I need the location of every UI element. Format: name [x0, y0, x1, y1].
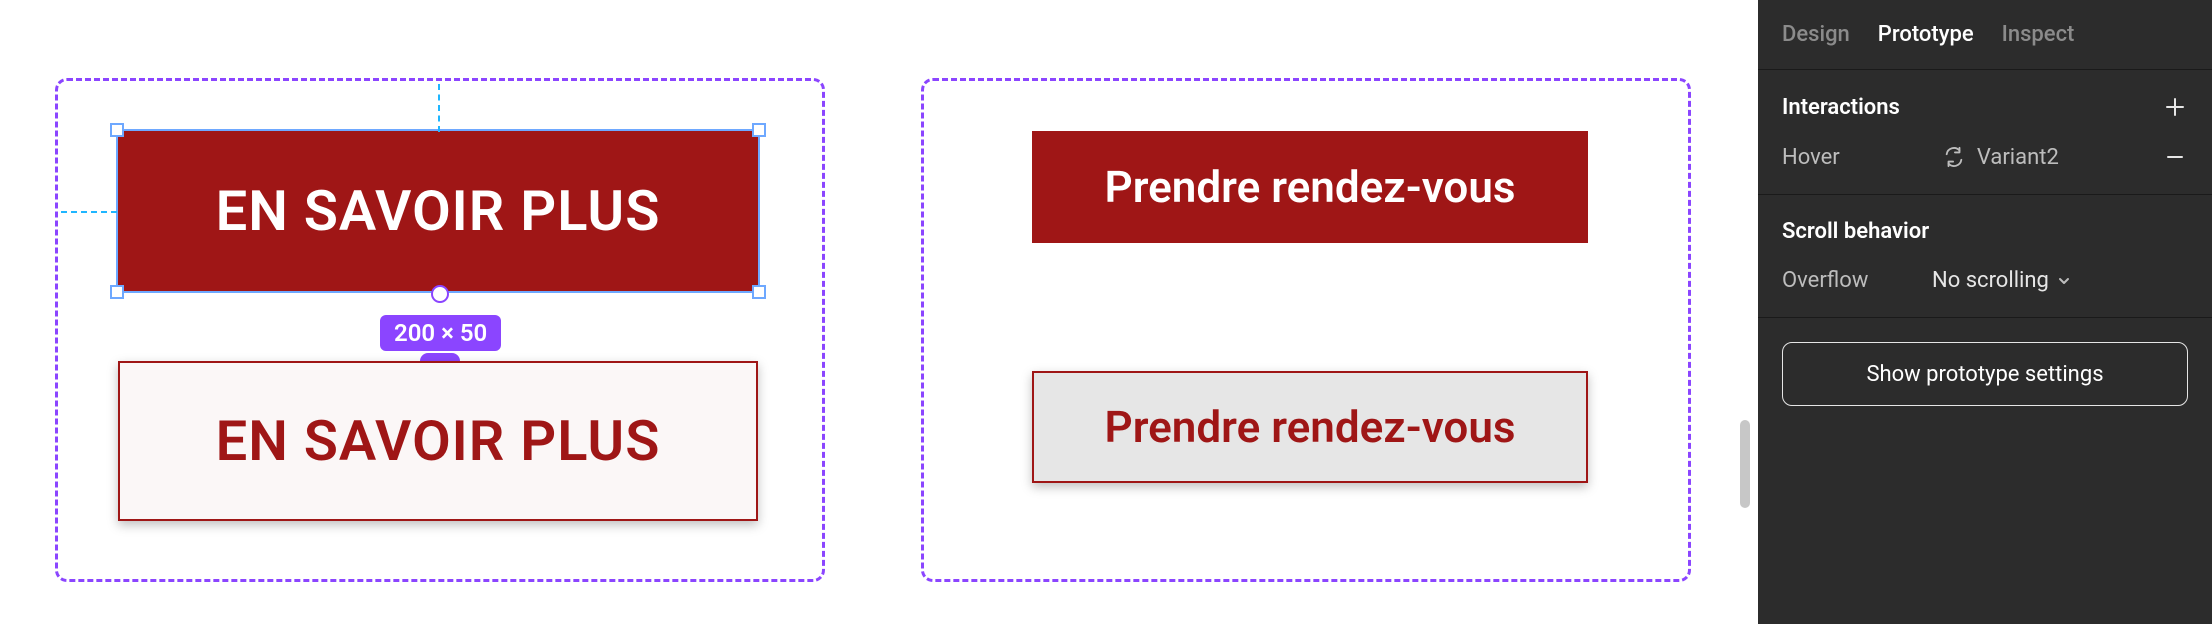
overflow-value: No scrolling — [1932, 268, 2049, 293]
alignment-guide-horizontal — [61, 211, 117, 213]
interaction-row[interactable]: Hover Variant2 — [1782, 144, 2188, 170]
button-label: Prendre rendez-vous — [1104, 401, 1515, 453]
component-set-b[interactable]: Prendre rendez-vous Prendre rendez-vous — [921, 78, 1691, 582]
tab-design[interactable]: Design — [1782, 22, 1850, 47]
tab-inspect[interactable]: Inspect — [2002, 22, 2075, 47]
overflow-row: Overflow No scrolling — [1782, 268, 2188, 293]
interactions-section: Interactions Hover Variant2 — [1758, 70, 2212, 195]
variant-button-primary[interactable]: EN SAVOIR PLUS — [118, 131, 758, 291]
scrollbar-thumb[interactable] — [1740, 420, 1750, 508]
button-label: EN SAVOIR PLUS — [216, 178, 661, 244]
interaction-trigger: Hover — [1782, 145, 1840, 170]
interaction-action: Variant2 — [1977, 145, 2059, 170]
variant-button-secondary[interactable]: EN SAVOIR PLUS — [118, 361, 758, 521]
tab-prototype[interactable]: Prototype — [1878, 22, 1974, 47]
interactions-title: Interactions — [1782, 95, 1900, 120]
scroll-behavior-title: Scroll behavior — [1782, 219, 2188, 244]
interactions-header: Interactions — [1782, 94, 2188, 120]
scroll-behavior-section: Scroll behavior Overflow No scrolling — [1758, 195, 2212, 318]
show-prototype-settings-label: Show prototype settings — [1866, 362, 2103, 387]
dimensions-badge: 200 × 50 — [380, 315, 501, 351]
dimensions-text: 200 × 50 — [394, 319, 487, 347]
button-label: EN SAVOIR PLUS — [216, 408, 661, 474]
overflow-dropdown[interactable]: No scrolling — [1932, 268, 2071, 293]
inspector-tabs: Design Prototype Inspect — [1758, 0, 2212, 70]
chevron-down-icon — [2057, 274, 2071, 288]
design-canvas[interactable]: EN SAVOIR PLUS 200 × 50 EN SAVOIR PLUS P… — [0, 0, 1758, 624]
alignment-guide-vertical — [438, 84, 440, 132]
inspector-panel: Design Prototype Inspect Interactions Ho… — [1758, 0, 2212, 624]
component-set-a[interactable]: EN SAVOIR PLUS 200 × 50 EN SAVOIR PLUS — [55, 78, 825, 582]
resize-knob[interactable] — [431, 285, 449, 303]
plus-icon — [2165, 97, 2185, 117]
remove-interaction-button[interactable] — [2162, 144, 2188, 170]
overflow-label: Overflow — [1782, 268, 1902, 293]
variant-button-primary[interactable]: Prendre rendez-vous — [1032, 131, 1588, 243]
button-label: Prendre rendez-vous — [1104, 161, 1515, 213]
variant-button-secondary[interactable]: Prendre rendez-vous — [1032, 371, 1588, 483]
minus-icon — [2165, 147, 2185, 167]
add-interaction-button[interactable] — [2162, 94, 2188, 120]
show-prototype-settings-button[interactable]: Show prototype settings — [1782, 342, 2188, 406]
swap-icon — [1943, 146, 1965, 168]
